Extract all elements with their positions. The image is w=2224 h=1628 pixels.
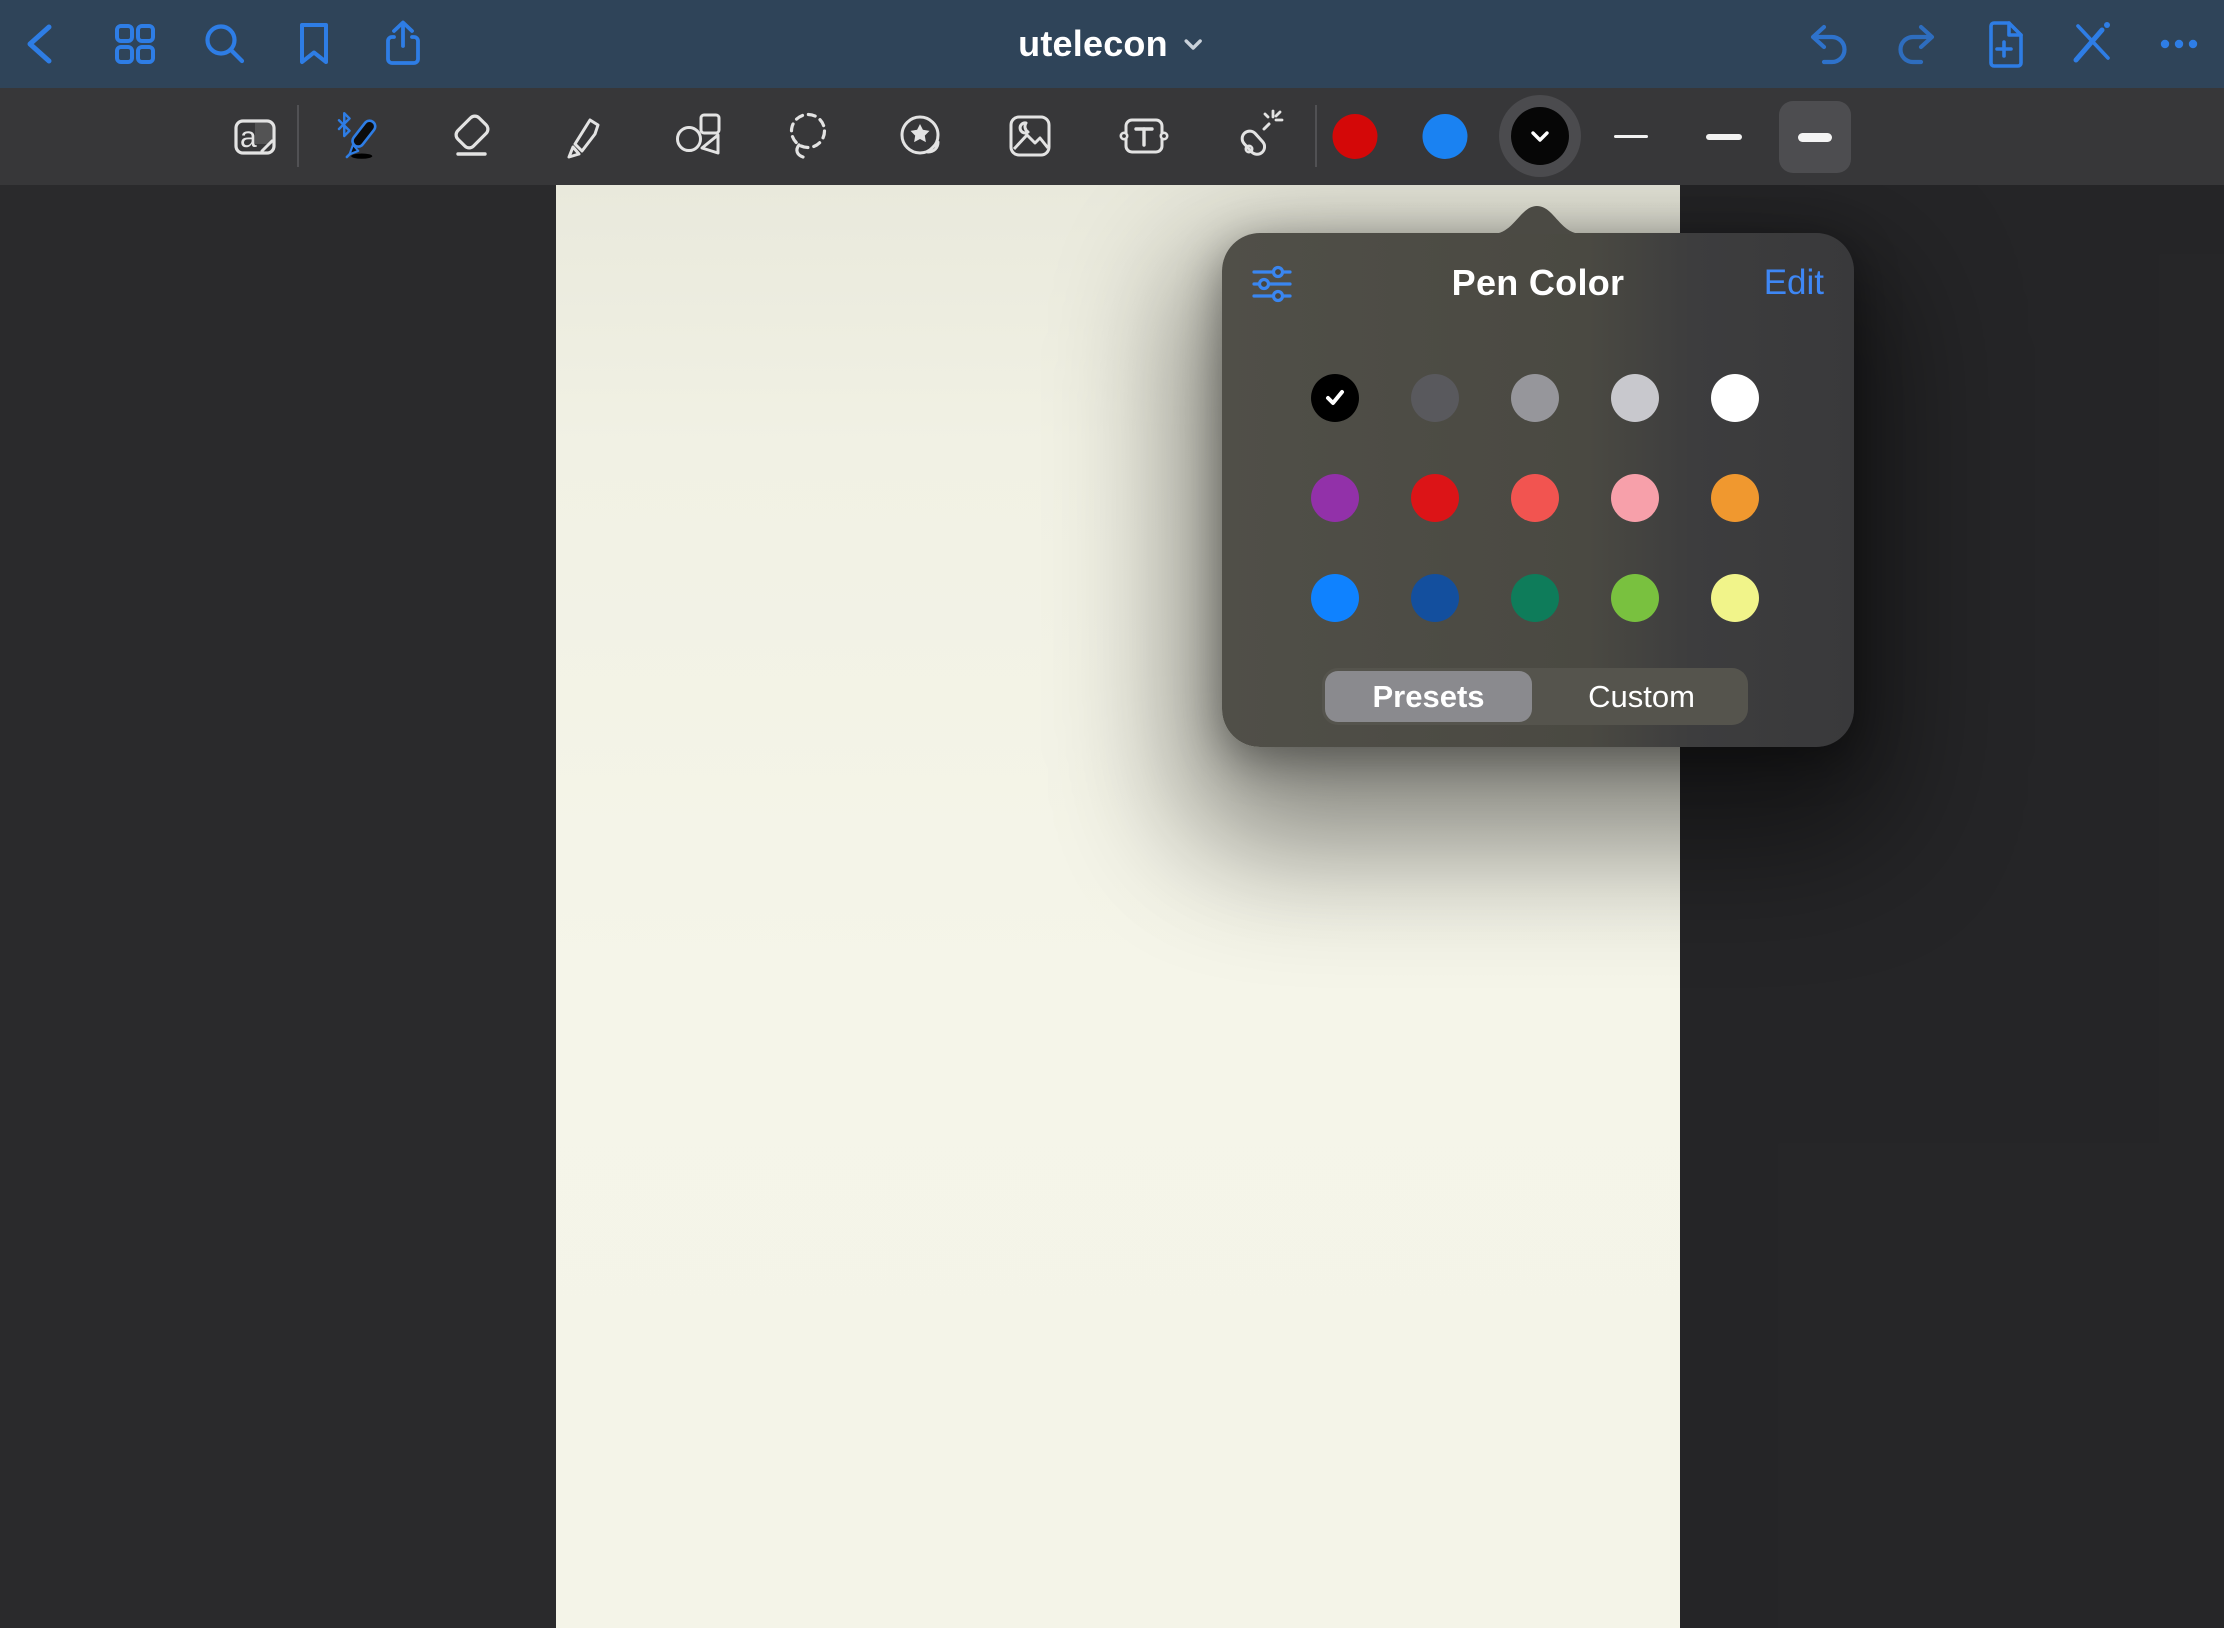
bookmark-icon[interactable] [286, 16, 342, 72]
color-swatch-black[interactable] [1311, 374, 1359, 422]
popover-arrow [1492, 199, 1582, 234]
search-icon[interactable] [196, 16, 252, 72]
title-chevron-down-icon [1180, 31, 1206, 57]
zoom-window-tool[interactable]: a [227, 108, 283, 164]
color-swatch-light-gray[interactable] [1611, 374, 1659, 422]
color-swatch-dark-gray[interactable] [1411, 374, 1459, 422]
color-swatch-pink[interactable] [1611, 474, 1659, 522]
undo-button[interactable] [1800, 16, 1856, 72]
tab-presets[interactable]: Presets [1322, 668, 1535, 725]
color-swatch-green[interactable] [1511, 574, 1559, 622]
color-swatch-orange[interactable] [1711, 474, 1759, 522]
color-swatch-navy[interactable] [1411, 574, 1459, 622]
toolbar-divider [297, 105, 299, 167]
add-page-button[interactable] [1977, 16, 2033, 72]
image-tool[interactable] [1002, 108, 1058, 164]
color-swatch-blue[interactable] [1311, 574, 1359, 622]
tools-toolbar: a [0, 88, 2224, 185]
popover-title: Pen Color [1222, 257, 1854, 309]
app-screen: utelecon [0, 0, 2224, 1628]
document-title-text: utelecon [1018, 23, 1168, 65]
stylus-mode-toggle[interactable] [2064, 16, 2120, 72]
edit-colors-button[interactable]: Edit [1764, 257, 1824, 309]
color-swatch-coral[interactable] [1511, 474, 1559, 522]
highlighter-tool[interactable] [555, 108, 611, 164]
back-button[interactable] [16, 16, 72, 72]
presets-custom-segmented-control: Presets Custom [1322, 668, 1748, 725]
navigation-bar: utelecon [0, 0, 2224, 88]
thick-stroke-bar [1798, 133, 1832, 142]
pen-color-grid [1311, 374, 1759, 622]
shapes-tool[interactable] [672, 108, 728, 164]
selected-color-circle [1511, 107, 1569, 165]
bluetooth-icon [339, 113, 350, 136]
pen-tool-selected[interactable] [332, 108, 388, 164]
quick-color-red[interactable] [1333, 114, 1378, 159]
popover-header: Pen Color Edit [1222, 257, 1854, 309]
laser-pointer-tool[interactable] [1227, 108, 1283, 164]
checkmark-icon [1318, 381, 1352, 415]
canvas-area: Pen Color Edit Presets Custom [0, 185, 2224, 1628]
lasso-tool[interactable] [780, 108, 836, 164]
text-tool[interactable] [1116, 108, 1172, 164]
more-options-button[interactable] [2151, 16, 2207, 72]
thickness-thin[interactable] [1614, 135, 1648, 138]
thickness-thick-selected[interactable] [1779, 101, 1851, 173]
color-swatch-light-green[interactable] [1611, 574, 1659, 622]
thumbnails-grid-icon[interactable] [107, 16, 163, 72]
thickness-medium[interactable] [1706, 134, 1742, 140]
toolbar-divider [1315, 105, 1317, 167]
pen-color-popover: Pen Color Edit Presets Custom [1222, 233, 1854, 747]
quick-color-blue[interactable] [1423, 114, 1468, 159]
quick-color-black-selected[interactable] [1499, 95, 1581, 177]
document-title[interactable]: utelecon [1018, 0, 1206, 88]
eraser-tool[interactable] [444, 108, 500, 164]
color-swatch-purple[interactable] [1311, 474, 1359, 522]
color-swatch-yellow[interactable] [1711, 574, 1759, 622]
share-icon[interactable] [375, 16, 431, 72]
stickers-tool[interactable] [892, 108, 948, 164]
svg-text:a: a [240, 121, 257, 154]
chevron-down-icon [1523, 119, 1557, 153]
tab-custom[interactable]: Custom [1535, 668, 1748, 725]
color-swatch-gray[interactable] [1511, 374, 1559, 422]
redo-button[interactable] [1889, 16, 1945, 72]
color-swatch-red[interactable] [1411, 474, 1459, 522]
color-swatch-white[interactable] [1711, 374, 1759, 422]
